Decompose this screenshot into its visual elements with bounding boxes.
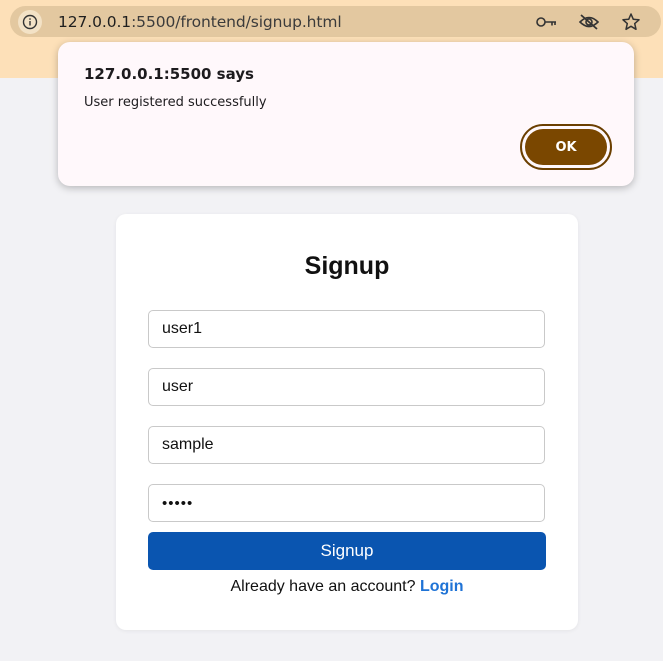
ok-button[interactable]: OK — [520, 124, 612, 170]
info-icon[interactable] — [18, 9, 42, 34]
username-field[interactable]: user1 — [148, 310, 545, 348]
eye-off-icon[interactable] — [577, 10, 601, 34]
url-text[interactable]: 127.0.0.1:5500/frontend/signup.html — [58, 13, 342, 31]
url-path: :5500/frontend/signup.html — [131, 12, 342, 31]
name-field[interactable]: user — [148, 368, 545, 406]
alert-dialog: 127.0.0.1:5500 says User registered succ… — [58, 42, 634, 186]
login-prompt-line: Already have an account? Login — [116, 578, 578, 596]
ok-button-label: OK — [525, 129, 607, 165]
key-icon[interactable] — [535, 10, 559, 34]
login-link[interactable]: Login — [420, 578, 464, 595]
signup-card: Signup user1 user sample ••••• Signup Al… — [116, 214, 578, 630]
star-icon[interactable] — [619, 10, 643, 34]
address-bar[interactable]: 127.0.0.1:5500/frontend/signup.html — [10, 6, 661, 37]
address-bar-actions — [535, 10, 643, 34]
url-host: 127.0.0.1 — [58, 12, 132, 31]
dialog-message: User registered successfully — [84, 95, 267, 110]
login-prompt-text: Already have an account? — [230, 578, 416, 595]
dialog-title: 127.0.0.1:5500 says — [84, 65, 254, 83]
signup-title: Signup — [304, 252, 390, 280]
password-field[interactable]: ••••• — [148, 484, 545, 522]
signup-button[interactable]: Signup — [148, 532, 546, 570]
text-field[interactable]: sample — [148, 426, 545, 464]
